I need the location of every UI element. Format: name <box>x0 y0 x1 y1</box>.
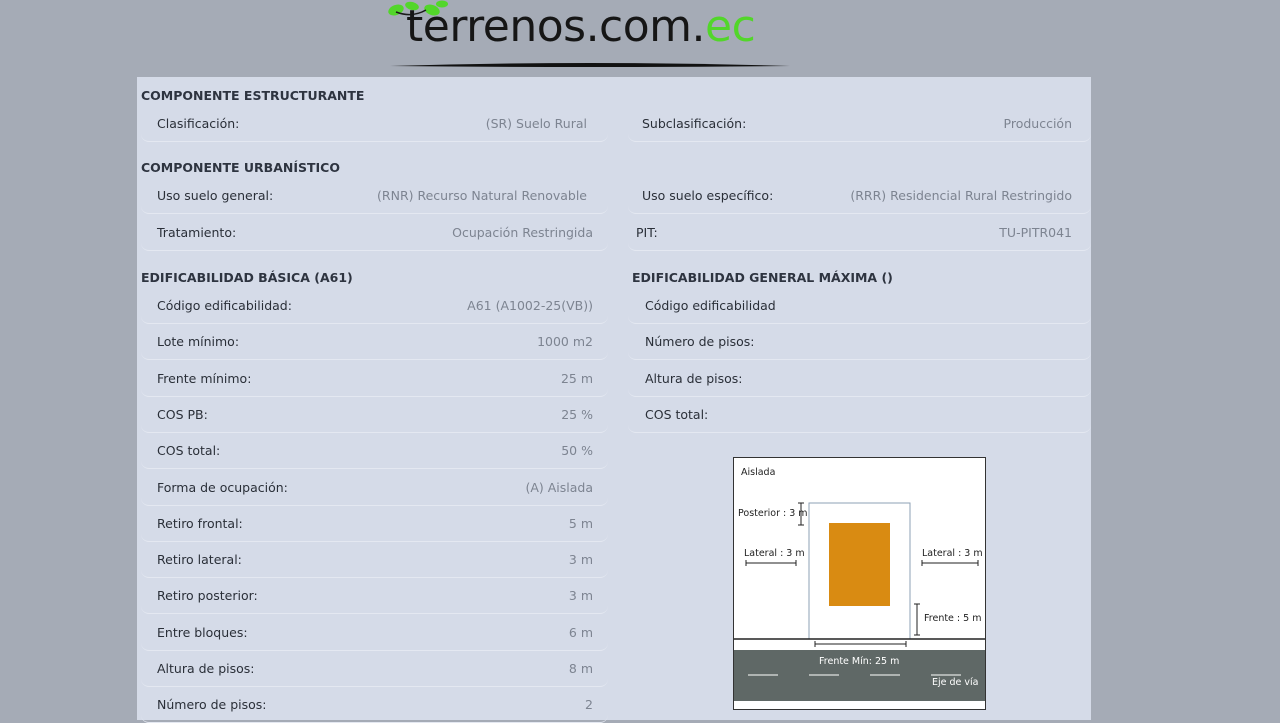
basica-row: Frente mínimo: 25 m <box>141 361 608 397</box>
basica-label: Retiro posterior: <box>157 588 258 604</box>
heading-estructurante: COMPONENTE ESTRUCTURANTE <box>141 88 365 103</box>
basica-value: 2 <box>585 697 593 713</box>
basica-row: Entre bloques: 6 m <box>141 615 608 651</box>
basica-row: Retiro lateral: 3 m <box>141 542 608 579</box>
maxima-label: Altura de pisos: <box>645 370 743 386</box>
basica-label: Lote mínimo: <box>157 334 240 350</box>
logo-underline <box>390 63 790 67</box>
row-uso-especifico: Uso suelo específico: (RRR) Residencial … <box>628 178 1091 214</box>
label-lateral-left: Lateral : 3 m <box>744 548 805 559</box>
basica-label: Número de pisos: <box>157 697 267 713</box>
diagram-title: Aislada <box>741 467 775 478</box>
heading-basica: EDIFICABILIDAD BÁSICA (A61) <box>141 270 353 285</box>
heading-maxima: EDIFICABILIDAD GENERAL MÁXIMA () <box>632 270 893 285</box>
basica-row: Código edificabilidad: A61 (A1002-25(VB)) <box>141 288 608 324</box>
basica-row: Altura de pisos: 8 m <box>141 651 608 687</box>
label-posterior: Posterior : 3 m <box>738 508 808 519</box>
row-subclasificacion: Subclasificación: Producción <box>628 106 1091 142</box>
maxima-row: COS total: <box>628 397 1091 433</box>
basica-value: 1000 m2 <box>537 334 593 350</box>
basica-value: 3 m <box>568 552 593 568</box>
basica-value: 5 m <box>568 515 593 531</box>
basica-row: COS PB: 25 % <box>141 397 608 433</box>
basica-label: COS total: <box>157 443 221 459</box>
maxima-label: Número de pisos: <box>645 334 755 350</box>
maxima-row: Número de pisos: <box>628 324 1091 361</box>
building-footprint <box>829 523 890 606</box>
site-logo[interactable]: terrenos.com.ec <box>382 0 792 72</box>
basica-label: Forma de ocupación: <box>157 479 288 495</box>
basica-value: 3 m <box>568 588 593 604</box>
label-frente: Frente : 5 m <box>924 613 981 624</box>
basica-row: Número de pisos: 2 <box>141 687 608 723</box>
basica-value: 25 % <box>561 406 593 422</box>
basica-row: Lote mínimo: 1000 m2 <box>141 324 608 361</box>
basica-label: Código edificabilidad: <box>157 298 292 313</box>
basica-value: 50 % <box>561 443 593 459</box>
label-eje-via: Eje de vía <box>932 677 978 688</box>
row-tratamiento: Tratamiento: Ocupación Restringida <box>141 215 608 251</box>
heading-urbanistico: COMPONENTE URBANÍSTICO <box>141 160 340 175</box>
label-frente-min: Frente Mín: 25 m <box>819 656 899 667</box>
row-uso-general: Uso suelo general: (RNR) Recurso Natural… <box>141 178 608 214</box>
basica-label: Entre bloques: <box>157 624 248 640</box>
maxima-label: Código edificabilidad <box>645 298 776 313</box>
row-pit: PIT: TU-PITR041 <box>628 215 1091 251</box>
basica-value: 8 m <box>568 661 593 676</box>
basica-label: Altura de pisos: <box>157 661 255 676</box>
label-lateral-right: Lateral : 3 m <box>922 548 983 559</box>
basica-row: COS total: 50 % <box>141 433 608 470</box>
basica-row: Retiro frontal: 5 m <box>141 506 608 542</box>
basica-label: Frente mínimo: <box>157 370 252 386</box>
basica-value: A61 (A1002-25(VB)) <box>467 298 593 313</box>
setback-diagram: Aislada Posterior : 3 m Lateral : 3 m La… <box>733 457 986 710</box>
basica-label: Retiro lateral: <box>157 552 242 568</box>
row-clasificacion: Clasificación: (SR) Suelo Rural <box>141 106 608 142</box>
basica-value: 25 m <box>560 370 593 386</box>
basica-value: (A) Aislada <box>525 479 593 495</box>
basica-label: Retiro frontal: <box>157 515 243 531</box>
basica-label: COS PB: <box>157 406 208 422</box>
logo-text: terrenos.com.ec <box>406 1 756 52</box>
basica-value: 6 m <box>568 624 593 640</box>
maxima-row: Código edificabilidad <box>628 288 1091 324</box>
basica-row: Retiro posterior: 3 m <box>141 578 608 615</box>
maxima-label: COS total: <box>645 406 709 422</box>
basica-row: Forma de ocupación: (A) Aislada <box>141 470 608 506</box>
maxima-row: Altura de pisos: <box>628 361 1091 397</box>
